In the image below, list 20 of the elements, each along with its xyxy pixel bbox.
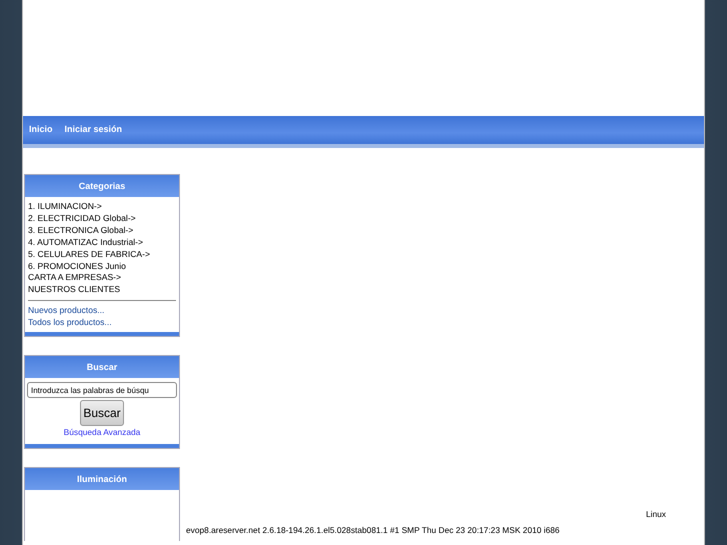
category-link[interactable]: 6. PROMOCIONES Junio	[28, 260, 176, 272]
category-link[interactable]: 1. ILUMINACION->	[28, 201, 176, 213]
category-link[interactable]: 2. ELECTRICIDAD Global->	[28, 212, 176, 225]
category-link[interactable]: NUESTROS CLIENTES	[28, 284, 176, 296]
server-info-text: evop8.areserver.net 2.6.18-194.26.1.el5.028stab081.1 #1 SMP Thu Dec 23 20:17:23 MSK 2010 i686	[186, 524, 560, 537]
category-link[interactable]: 3. ELECTRONICA Global->	[28, 224, 176, 237]
box-header: Categorias	[25, 175, 179, 197]
nav-link[interactable]: Iniciar sesión	[64, 123, 122, 137]
advanced-search-link[interactable]: Búsqueda Avanzada	[64, 427, 140, 438]
product-link[interactable]: Nuevos productos...	[28, 305, 104, 316]
category-link[interactable]: CARTA A EMPRESAS->	[28, 272, 176, 284]
category-link[interactable]: 5. CELULARES DE FABRICA->	[28, 248, 176, 261]
search-button[interactable]: Buscar	[80, 400, 124, 426]
server-info-text: Linux	[646, 508, 666, 520]
search-field[interactable]: Introduzca las palabras de búsqu	[27, 382, 177, 398]
box-header: Iluminación	[25, 468, 179, 490]
box-header: Buscar	[25, 356, 179, 378]
category-link[interactable]: 4. AUTOMATIZAC Industrial->	[28, 236, 176, 249]
nav-link[interactable]: Inicio	[29, 123, 53, 137]
product-link[interactable]: Todos los productos...	[28, 317, 112, 328]
